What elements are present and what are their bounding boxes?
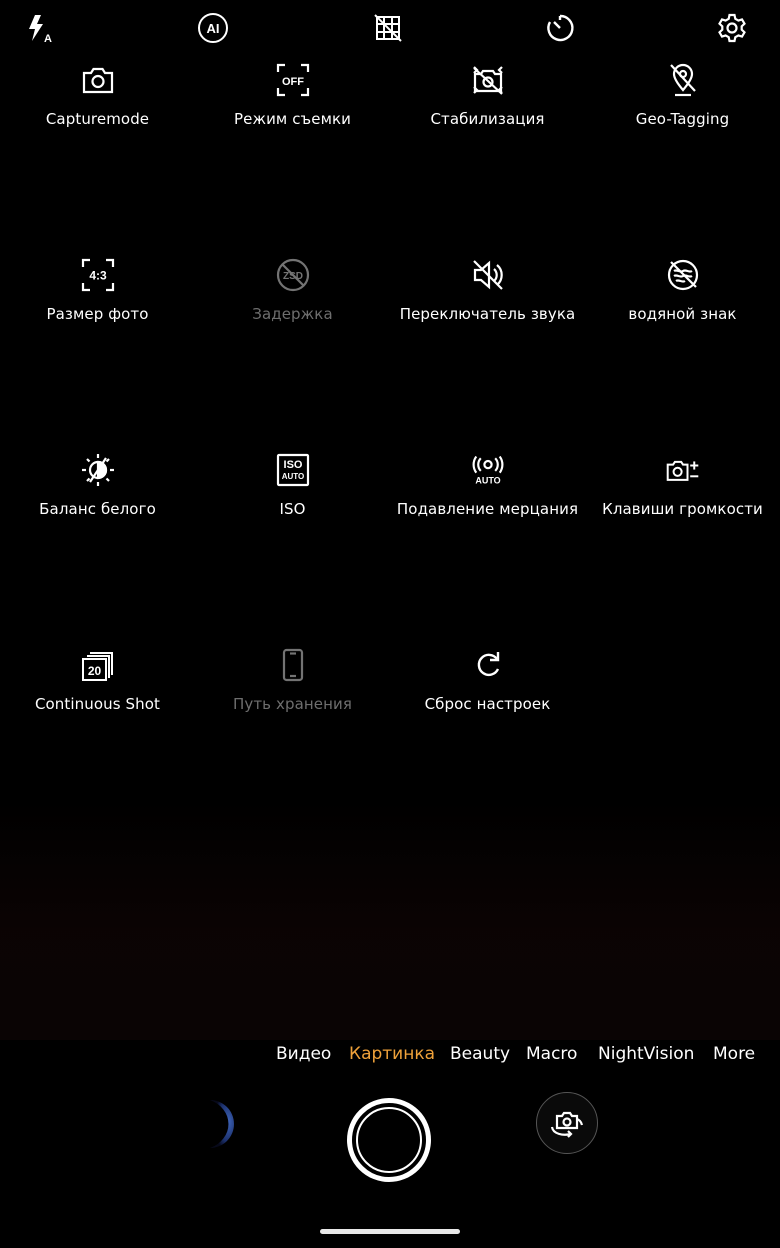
svg-text:AI: AI <box>207 21 220 36</box>
svg-text:20: 20 <box>87 664 101 678</box>
svg-text:AUTO: AUTO <box>475 476 500 486</box>
setting-shooting-mode[interactable]: OFF Режим съемки <box>195 60 390 150</box>
setting-label: Continuous Shot <box>34 695 161 713</box>
mode-more[interactable]: More <box>713 1044 755 1064</box>
svg-text:ISO: ISO <box>283 459 302 471</box>
setting-label: Geo-Tagging <box>635 110 730 128</box>
ai-icon[interactable]: AI <box>195 10 231 46</box>
setting-label: Задержка <box>252 305 333 323</box>
setting-storage-path: Путь хранения <box>195 645 390 735</box>
svg-text:A: A <box>44 33 52 44</box>
stabilization-off-icon <box>468 60 508 100</box>
anti-flicker-icon: AUTO <box>468 450 508 490</box>
setting-capturemode[interactable]: Capturemode <box>0 60 195 150</box>
flash-auto-icon[interactable]: A <box>22 10 58 46</box>
shutter-inner <box>356 1107 422 1173</box>
setting-label: Баланс белого <box>39 500 156 518</box>
setting-continuous-shot[interactable]: 20 Continuous Shot <box>0 645 195 735</box>
burst-icon: 20 <box>78 645 118 685</box>
setting-label: Путь хранения <box>232 695 352 713</box>
grid-off-icon[interactable] <box>370 10 406 46</box>
setting-label: Сброс настроек <box>424 695 551 713</box>
sound-off-icon <box>468 255 508 295</box>
mode-macro[interactable]: Macro <box>526 1044 577 1064</box>
svg-text:AUTO: AUTO <box>281 472 304 481</box>
setting-watermark[interactable]: водяной знак <box>585 255 780 345</box>
gallery-thumbnail[interactable] <box>188 1098 236 1150</box>
storage-phone-icon <box>273 645 313 685</box>
svg-text:4:3: 4:3 <box>89 269 107 283</box>
volume-keys-icon <box>663 450 703 490</box>
setting-reset[interactable]: Сброс настроек <box>390 645 585 735</box>
setting-label: Capturemode <box>45 110 150 128</box>
mode-video[interactable]: Видео <box>276 1044 331 1064</box>
shooting-mode-off-icon: OFF <box>273 60 313 100</box>
setting-label: ISO <box>279 500 306 518</box>
watermark-off-icon <box>663 255 703 295</box>
aspect-ratio-icon: 4:3 <box>78 255 118 295</box>
setting-label: Подавление мерцания <box>396 500 579 518</box>
setting-label: Размер фото <box>46 305 149 323</box>
geotag-off-icon <box>663 60 703 100</box>
setting-white-balance[interactable]: Баланс белого <box>0 450 195 540</box>
viewfinder-preview <box>0 800 780 1040</box>
zsd-off-icon: ZSD <box>273 255 313 295</box>
setting-iso[interactable]: ISO AUTO ISO <box>195 450 390 540</box>
mode-beauty[interactable]: Beauty <box>450 1044 510 1064</box>
mode-nightvision[interactable]: NightVision <box>598 1044 694 1064</box>
setting-anti-flicker[interactable]: AUTO Подавление мерцания <box>390 450 585 540</box>
camera-icon <box>78 60 118 100</box>
setting-delay: ZSD Задержка <box>195 255 390 345</box>
svg-text:OFF: OFF <box>282 76 304 88</box>
setting-label: Клавиши громкости <box>602 500 763 518</box>
setting-sound[interactable]: Переключатель звука <box>390 255 585 345</box>
switch-camera-icon <box>550 1111 584 1138</box>
setting-label: водяной знак <box>628 305 737 323</box>
white-balance-icon <box>78 450 118 490</box>
setting-photo-size[interactable]: 4:3 Размер фото <box>0 255 195 345</box>
setting-geotagging[interactable]: Geo-Tagging <box>585 60 780 150</box>
setting-stabilization[interactable]: Стабилизация <box>390 60 585 150</box>
mode-selector: Видео Картинка Beauty Macro NightVision … <box>0 1040 780 1070</box>
top-bar: A AI <box>0 0 780 56</box>
setting-label: Стабилизация <box>430 110 545 128</box>
setting-label: Режим съемки <box>233 110 352 128</box>
setting-volume-keys[interactable]: Клавиши громкости <box>585 450 780 540</box>
shutter-button[interactable] <box>347 1098 431 1182</box>
mode-picture[interactable]: Картинка <box>349 1044 435 1064</box>
setting-label: Переключатель звука <box>399 305 576 323</box>
switch-camera-button[interactable] <box>536 1092 598 1154</box>
reset-icon <box>468 645 508 685</box>
home-indicator[interactable] <box>320 1229 460 1234</box>
timer-icon[interactable] <box>542 10 578 46</box>
iso-auto-icon: ISO AUTO <box>273 450 313 490</box>
settings-icon[interactable] <box>714 10 750 46</box>
